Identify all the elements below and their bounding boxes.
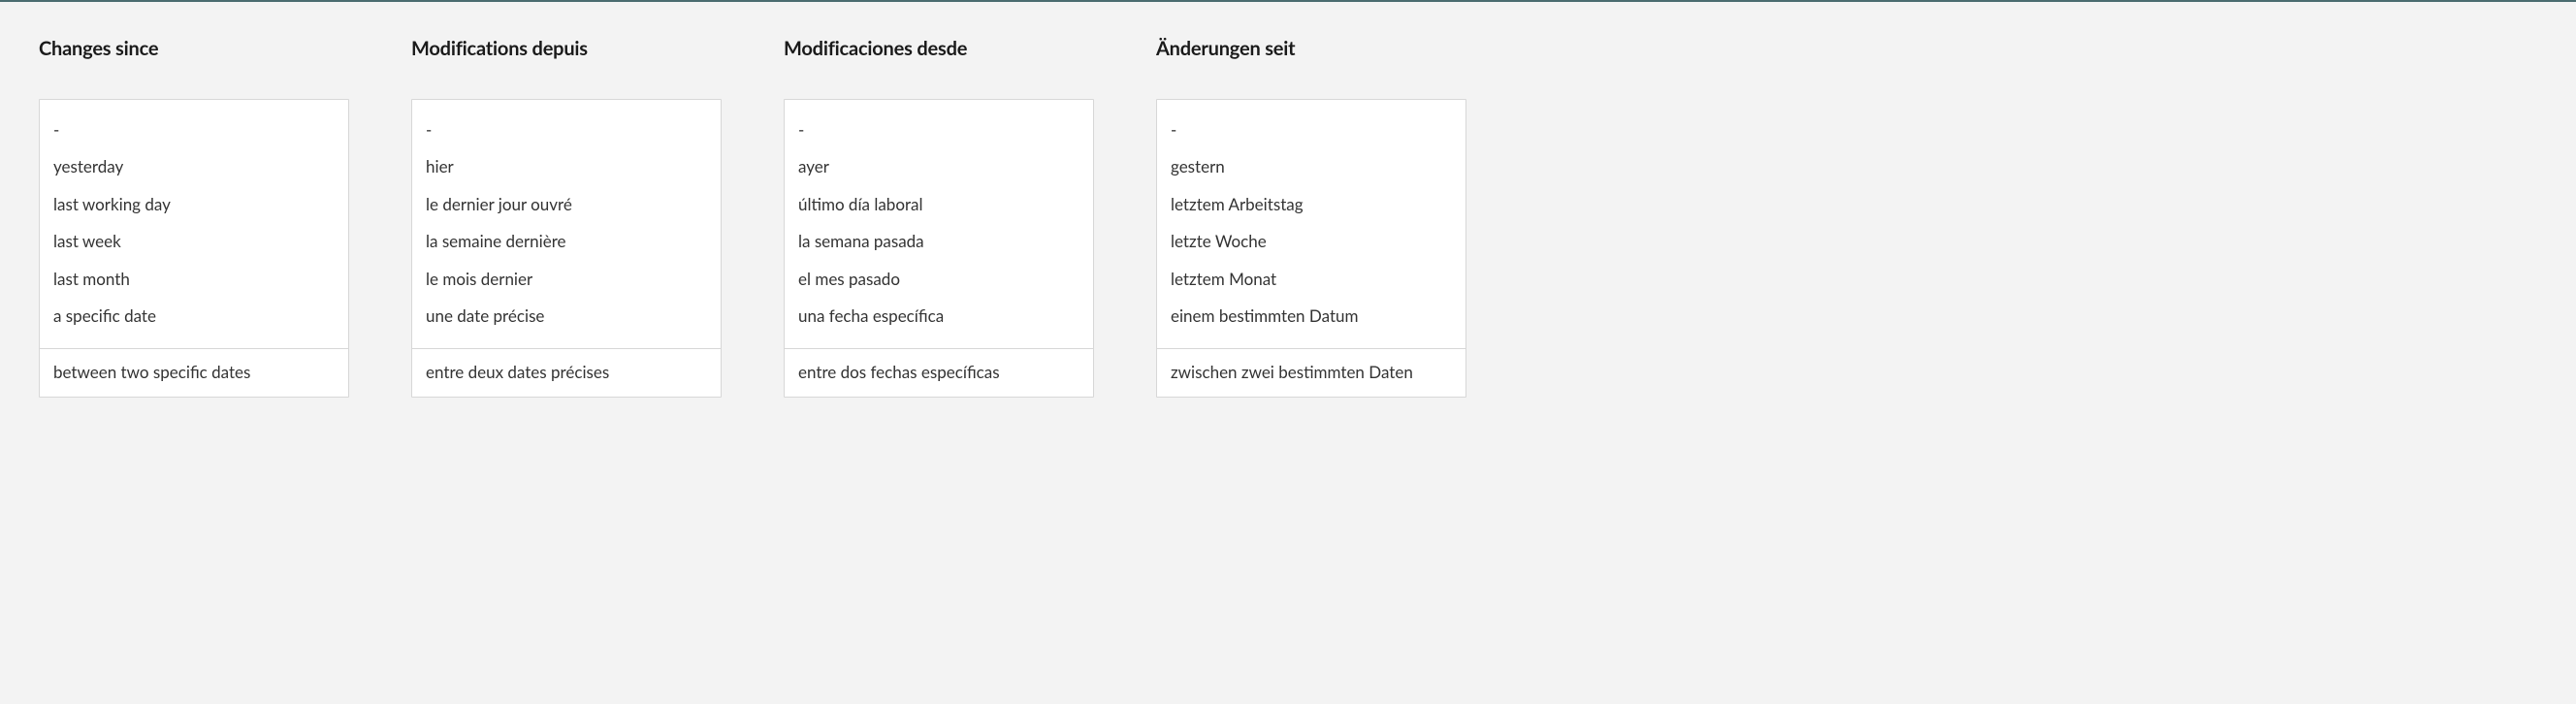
list-option[interactable]: a specific date [53, 298, 335, 335]
list-option[interactable]: le dernier jour ouvré [426, 186, 707, 223]
list-option-between[interactable]: zwischen zwei bestimmten Daten [1157, 348, 1465, 396]
list-option[interactable]: une date précise [426, 298, 707, 335]
listbox: - hier le dernier jour ouvré la semaine … [411, 99, 722, 398]
list-option[interactable]: last week [53, 223, 335, 260]
list-option[interactable]: einem bestimmten Datum [1171, 298, 1452, 335]
listbox: - yesterday last working day last week l… [39, 99, 349, 398]
column-fr: Modifications depuis - hier le dernier j… [411, 37, 722, 398]
column-de: Änderungen seit - gestern letztem Arbeit… [1156, 37, 1466, 398]
list-option-between[interactable]: between two specific dates [40, 348, 348, 396]
columns-wrap: Changes since - yesterday last working d… [0, 2, 2576, 456]
list-option[interactable]: yesterday [53, 148, 335, 185]
listbox-main: - yesterday last working day last week l… [40, 100, 348, 348]
list-option[interactable]: último día laboral [798, 186, 1079, 223]
listbox: - gestern letztem Arbeitstag letzte Woch… [1156, 99, 1466, 398]
column-en: Changes since - yesterday last working d… [39, 37, 349, 398]
list-option[interactable]: letztem Arbeitstag [1171, 186, 1452, 223]
listbox: - ayer último día laboral la semana pasa… [784, 99, 1094, 398]
list-option[interactable]: last working day [53, 186, 335, 223]
list-option[interactable]: letztem Monat [1171, 261, 1452, 298]
list-option[interactable]: letzte Woche [1171, 223, 1452, 260]
list-option-between[interactable]: entre deux dates précises [412, 348, 721, 396]
listbox-main: - gestern letztem Arbeitstag letzte Woch… [1157, 100, 1465, 348]
list-option[interactable]: la semana pasada [798, 223, 1079, 260]
list-option[interactable]: - [1171, 112, 1452, 148]
listbox-main: - ayer último día laboral la semana pasa… [785, 100, 1093, 348]
list-option[interactable]: gestern [1171, 148, 1452, 185]
column-heading: Modifications depuis [411, 37, 722, 60]
list-option[interactable]: - [426, 112, 707, 148]
column-heading: Modificaciones desde [784, 37, 1094, 60]
list-option[interactable]: una fecha específica [798, 298, 1079, 335]
list-option[interactable]: hier [426, 148, 707, 185]
list-option[interactable]: last month [53, 261, 335, 298]
list-option[interactable]: - [53, 112, 335, 148]
list-option[interactable]: ayer [798, 148, 1079, 185]
list-option[interactable]: le mois dernier [426, 261, 707, 298]
listbox-main: - hier le dernier jour ouvré la semaine … [412, 100, 721, 348]
list-option[interactable]: la semaine dernière [426, 223, 707, 260]
column-heading: Changes since [39, 37, 349, 60]
column-es: Modificaciones desde - ayer último día l… [784, 37, 1094, 398]
column-heading: Änderungen seit [1156, 37, 1466, 60]
list-option[interactable]: - [798, 112, 1079, 148]
list-option[interactable]: el mes pasado [798, 261, 1079, 298]
list-option-between[interactable]: entre dos fechas específicas [785, 348, 1093, 396]
